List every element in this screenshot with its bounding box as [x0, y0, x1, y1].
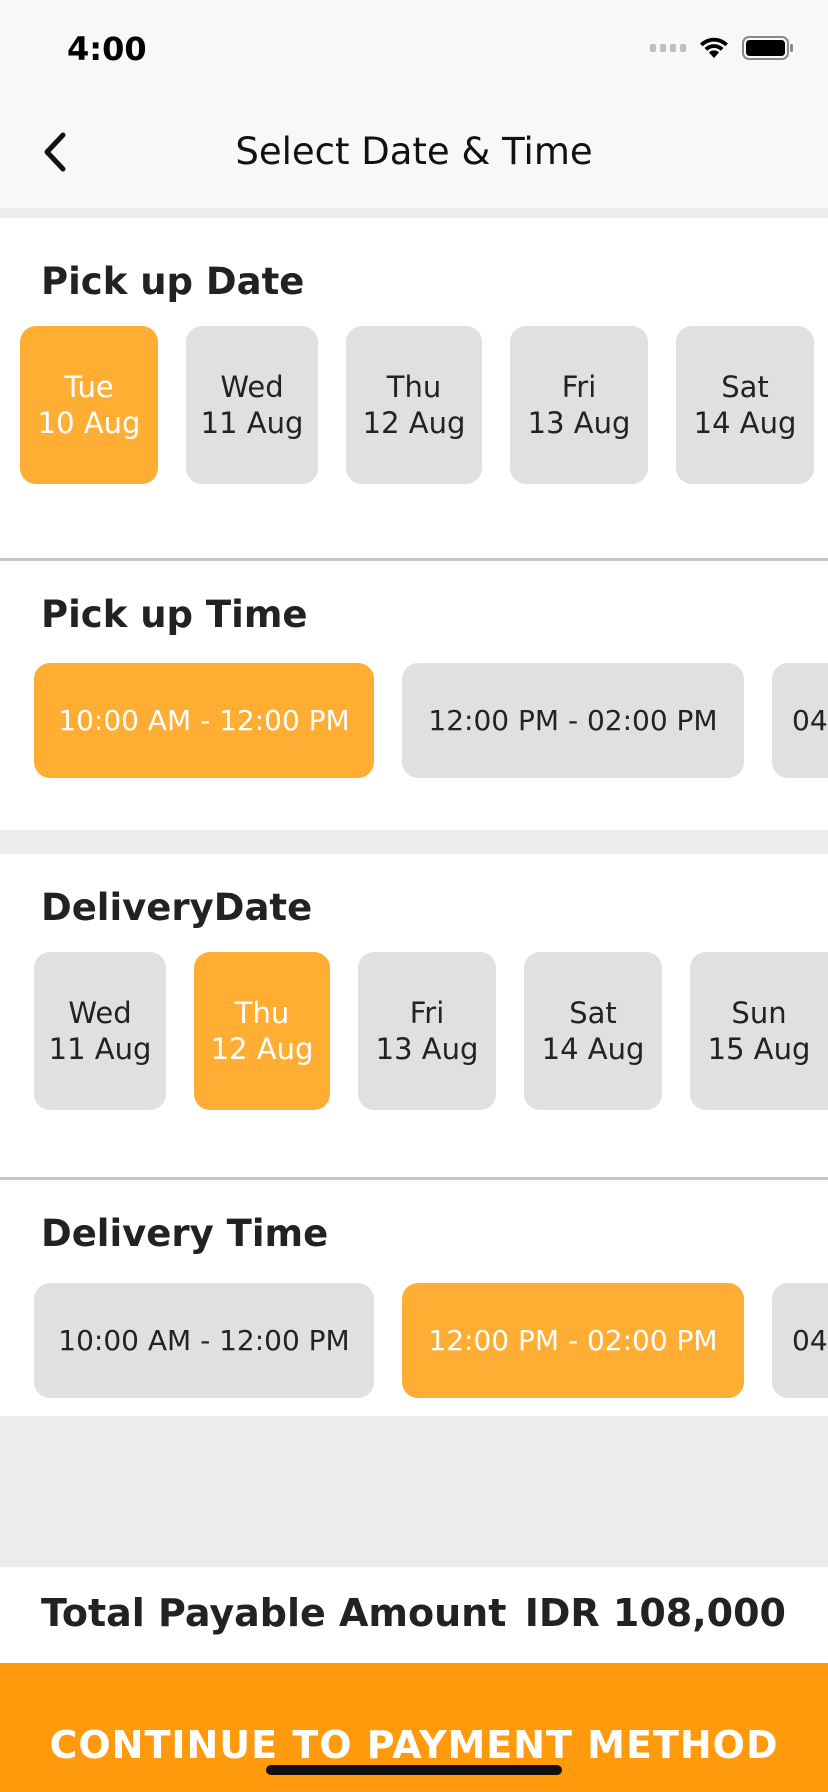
pickup-time-section: Pick up Time 10:00 AM - 12:00 PM 12:00 P… — [0, 561, 828, 830]
status-bar: 4:00 — [0, 0, 828, 100]
chip-day: Fri — [561, 370, 597, 404]
home-indicator — [266, 1765, 562, 1775]
chip-date: 13 Aug — [375, 1032, 479, 1066]
chip-day: Wed — [68, 996, 132, 1030]
chip-date: 14 Aug — [693, 406, 797, 440]
chip-day: Sat — [569, 996, 617, 1030]
battery-icon — [742, 36, 793, 60]
total-bar: Total Payable Amount IDR 108,000 — [0, 1567, 828, 1663]
delivery-time-chip[interactable]: 04 — [772, 1283, 828, 1398]
chip-date: 11 Aug — [200, 406, 304, 440]
chip-day: Thu — [386, 370, 442, 404]
page-title: Select Date & Time — [235, 130, 593, 173]
chip-date: 13 Aug — [527, 406, 631, 440]
chip-date: 12 Aug — [362, 406, 466, 440]
signal-icon — [650, 44, 686, 52]
pickup-date-chip[interactable]: Fri 13 Aug — [510, 326, 648, 484]
delivery-date-chip[interactable]: Sat 14 Aug — [524, 952, 662, 1110]
delivery-time-chip[interactable]: 10:00 AM - 12:00 PM — [34, 1283, 374, 1398]
total-label: Total Payable Amount — [41, 1591, 507, 1635]
chip-date: 10 Aug — [37, 406, 141, 440]
pickup-date-title: Pick up Date — [41, 260, 305, 303]
delivery-date-chip[interactable]: Fri 13 Aug — [358, 952, 496, 1110]
pickup-date-chip[interactable]: Wed 11 Aug — [186, 326, 318, 484]
chip-day: Sun — [731, 996, 787, 1030]
delivery-time-chip[interactable]: 12:00 PM - 02:00 PM — [402, 1283, 744, 1398]
pickup-time-chip[interactable]: 12:00 PM - 02:00 PM — [402, 663, 744, 778]
pickup-time-chip[interactable]: 04 — [772, 663, 828, 778]
pickup-date-chip[interactable]: Thu 12 Aug — [346, 326, 482, 484]
status-icons — [650, 36, 794, 60]
nav-bar: Select Date & Time — [0, 100, 828, 208]
status-time: 4:00 — [67, 30, 147, 68]
chip-day: Wed — [220, 370, 284, 404]
total-amount: IDR 108,000 — [524, 1591, 786, 1635]
pickup-date-section: Pick up Date Tue 10 Aug Wed 11 Aug Thu 1… — [0, 218, 828, 558]
delivery-time-title: Delivery Time — [41, 1212, 329, 1255]
delivery-date-title: DeliveryDate — [41, 886, 313, 929]
chip-day: Sat — [721, 370, 769, 404]
chip-day: Thu — [234, 996, 290, 1030]
delivery-date-chip[interactable]: Thu 12 Aug — [194, 952, 330, 1110]
delivery-date-chip[interactable]: Wed 11 Aug — [34, 952, 166, 1110]
wifi-icon — [700, 37, 728, 58]
pickup-date-chip[interactable]: Sat 14 Aug — [676, 326, 814, 484]
pickup-time-title: Pick up Time — [41, 593, 308, 636]
chip-date: 12 Aug — [210, 1032, 314, 1066]
delivery-date-section: DeliveryDate Wed 11 Aug Thu 12 Aug Fri 1… — [0, 854, 828, 1177]
pickup-date-chip[interactable]: Tue 10 Aug — [20, 326, 158, 484]
delivery-date-chip[interactable]: Sun 15 Aug — [690, 952, 828, 1110]
chip-date: 15 Aug — [707, 1032, 811, 1066]
chip-date: 14 Aug — [541, 1032, 645, 1066]
chip-day: Fri — [409, 996, 445, 1030]
chip-date: 11 Aug — [48, 1032, 152, 1066]
chip-day: Tue — [64, 370, 114, 404]
pickup-time-chip[interactable]: 10:00 AM - 12:00 PM — [34, 663, 374, 778]
delivery-time-section: Delivery Time 10:00 AM - 12:00 PM 12:00 … — [0, 1180, 828, 1416]
